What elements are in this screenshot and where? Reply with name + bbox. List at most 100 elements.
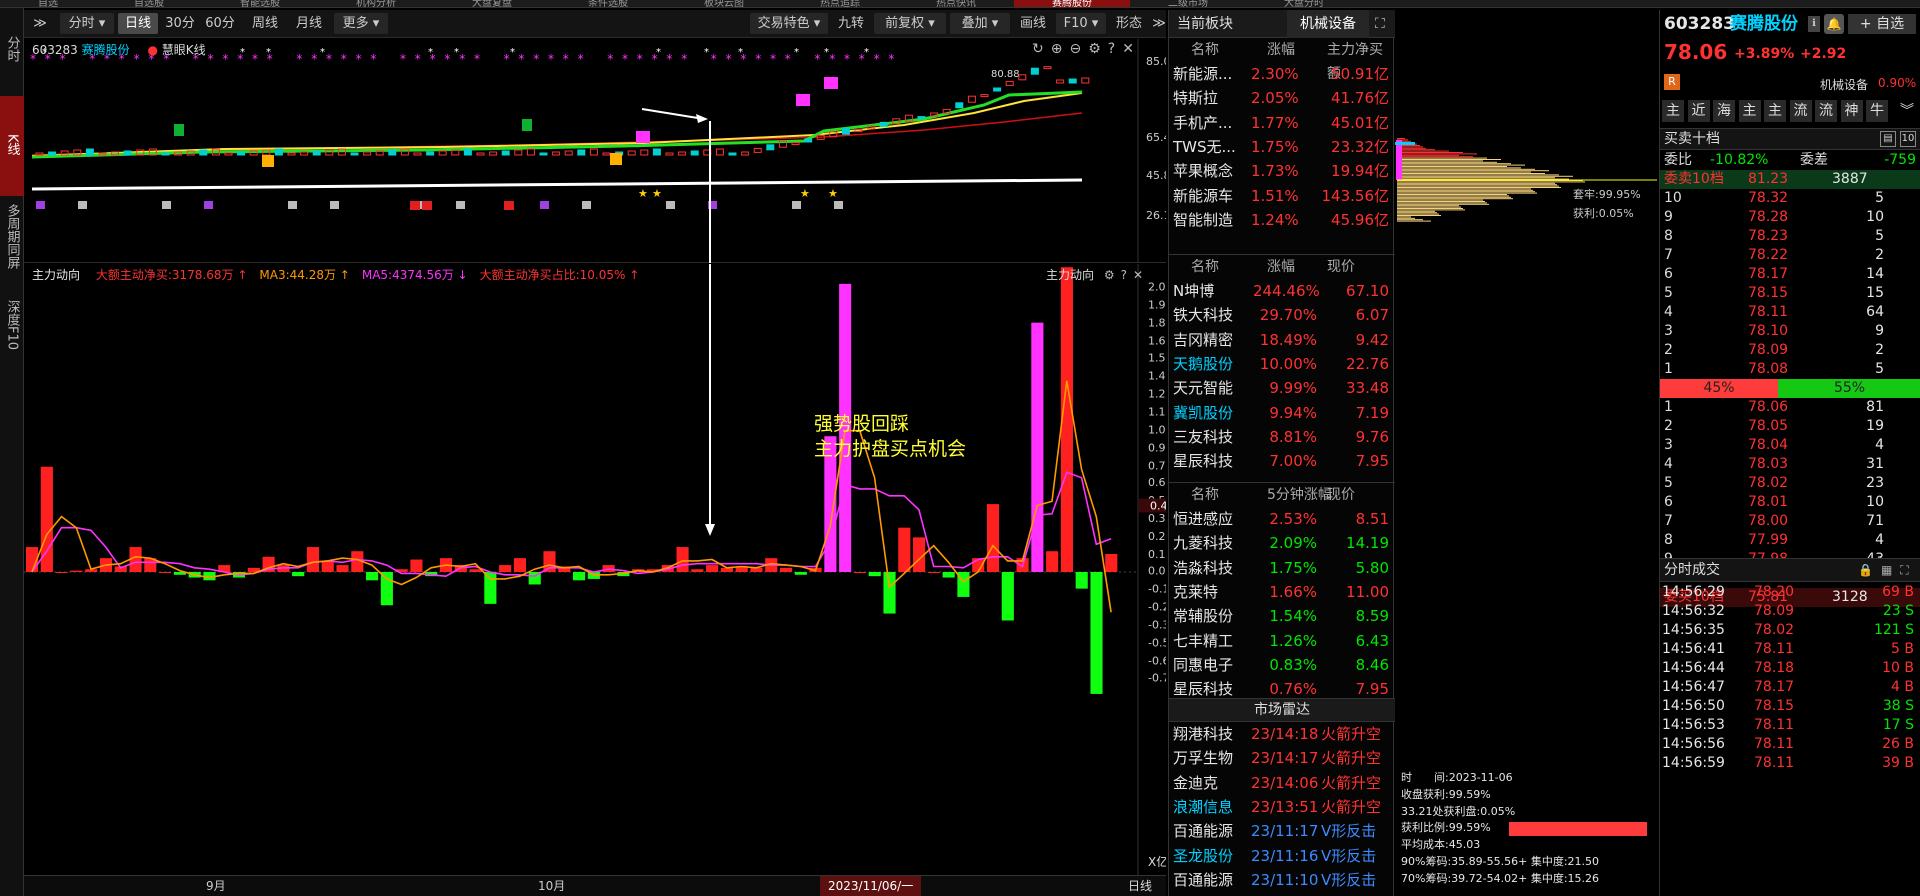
overlay-button[interactable]: 叠加 ▾: [950, 13, 1010, 34]
buy-level-row[interactable]: 7 78.00 71: [1660, 512, 1920, 531]
table-row[interactable]: 克莱特 1.66% 11.00: [1169, 580, 1395, 604]
table-row[interactable]: 冀凯股份 9.94% 7.19: [1169, 401, 1395, 425]
sell-level-row[interactable]: 5 78.15 15: [1660, 284, 1920, 303]
gear-icon[interactable]: ⚙: [1088, 41, 1108, 57]
table-row[interactable]: 新能源车 1.51% 143.56亿: [1169, 184, 1395, 208]
help-icon[interactable]: ?: [1108, 41, 1122, 57]
adjust-button[interactable]: 前复权 ▾: [874, 13, 946, 34]
sell-level-row[interactable]: 8 78.23 5: [1660, 227, 1920, 246]
table-row[interactable]: 铁大科技 29.70% 6.07: [1169, 303, 1395, 327]
f10-button[interactable]: F10 ▾: [1056, 13, 1106, 34]
refresh-icon[interactable]: ↻: [1032, 41, 1051, 57]
table-row[interactable]: TWS无... 1.75% 23.32亿: [1169, 135, 1395, 159]
main-force-chart[interactable]: 2.06 1.93 1.80 1.67 1.55 1.42 1.29 1.16 1.03 0.90…: [24, 264, 1166, 875]
indicator-panel[interactable]: 2.06 1.93 1.80 1.67 1.55 1.42 1.29 1.16 1.03 0.90…: [24, 264, 1166, 875]
top-tab[interactable]: 赛腾股份: [1014, 0, 1130, 7]
lock-icon[interactable]: 🔒: [1858, 563, 1881, 577]
col-header[interactable]: 涨幅: [1267, 38, 1295, 62]
more-button[interactable]: 更多 ▾: [334, 13, 388, 34]
top-tab[interactable]: 自选: [0, 0, 96, 7]
tab-fenshi[interactable]: 分时: [0, 36, 24, 80]
quote-tag[interactable]: 神: [1840, 100, 1863, 122]
radar-row[interactable]: 百通能源 23/11:10 V形反击: [1169, 868, 1395, 892]
col-header[interactable]: 5分钟涨幅: [1267, 483, 1332, 507]
table-row[interactable]: 智能制造 1.24% 45.96亿: [1169, 208, 1395, 232]
period-month-button[interactable]: 月线: [290, 13, 328, 34]
info-icon[interactable]: ℹ: [1808, 16, 1820, 32]
table-row[interactable]: 特斯拉 2.05% 41.76亿: [1169, 86, 1395, 110]
gear-icon[interactable]: ⚙: [1104, 268, 1121, 282]
sell-level-row[interactable]: 7 78.22 2: [1660, 246, 1920, 265]
table-row[interactable]: 天元智能 9.99% 33.48: [1169, 376, 1395, 400]
top-tab[interactable]: 热点快讯: [898, 0, 1014, 7]
quote-tag[interactable]: 主: [1738, 100, 1761, 122]
sell-level-row[interactable]: 6 78.17 14: [1660, 265, 1920, 284]
table-row[interactable]: 三友科技 8.81% 9.76: [1169, 425, 1395, 449]
layout-icon[interactable]: ▤: [1880, 131, 1896, 147]
indicator-dot-icon[interactable]: ●: [147, 43, 157, 57]
tab-current-block[interactable]: 当前板块: [1177, 10, 1233, 38]
radar-row[interactable]: 百通能源 23/11:17 V形反击: [1169, 819, 1395, 843]
col-header[interactable]: 涨幅: [1267, 255, 1295, 279]
top-tab[interactable]: 板块云图: [666, 0, 782, 7]
expand-icon[interactable]: ⛶: [1375, 10, 1385, 38]
buy-level-row[interactable]: 4 78.03 31: [1660, 455, 1920, 474]
sector-name[interactable]: 机械设备: [1820, 76, 1868, 93]
tab-sector[interactable]: 机械设备: [1287, 10, 1369, 38]
sell-level-row[interactable]: 9 78.28 10: [1660, 208, 1920, 227]
table-row[interactable]: 天鹅股份 10.00% 22.76: [1169, 352, 1395, 376]
buy-level-row[interactable]: 5 78.02 23: [1660, 474, 1920, 493]
quote-tag[interactable]: 牛: [1866, 100, 1888, 122]
kline-panel[interactable]: 85.0965.4445.8026.1680.88***************…: [24, 39, 1166, 263]
top-tab-strip[interactable]: 自选 自选股 智能选股 机构分析 大盘复盘 条件选股 板块云图 热点追踪 热点快讯 赛腾股份 二级市…: [0, 0, 1920, 8]
period-60m-button[interactable]: 60分: [202, 13, 238, 34]
quote-tag[interactable]: 主: [1764, 100, 1786, 122]
quote-tag[interactable]: 近: [1687, 100, 1710, 122]
chart-controls[interactable]: ↻⊕⊖⚙?✕: [1032, 41, 1141, 57]
period-fenshi-button[interactable]: 分时 ▾: [60, 13, 114, 34]
table-row[interactable]: 常辅股份 1.54% 8.59: [1169, 604, 1395, 628]
trade-feature-button[interactable]: 交易特色 ▾: [750, 13, 828, 34]
sell-level-row[interactable]: 2 78.09 2: [1660, 341, 1920, 360]
sell-level-row[interactable]: 1 78.08 5: [1660, 360, 1920, 379]
sell-level-row[interactable]: 10 78.32 5: [1660, 189, 1920, 208]
top-tab[interactable]: 大盘分时: [1246, 0, 1362, 7]
expand-icon[interactable]: ⛶: [1900, 563, 1916, 577]
radar-row[interactable]: 圣龙股份 23/11:16 V形反击: [1169, 844, 1395, 868]
chevron-down-icon[interactable]: ︾: [1900, 100, 1914, 120]
buy-level-row[interactable]: 6 78.01 10: [1660, 493, 1920, 512]
kline-chart[interactable]: 85.0965.4445.8026.1680.88***************…: [24, 39, 1166, 263]
zoom-in-icon[interactable]: ⊕: [1051, 41, 1070, 57]
table-row[interactable]: 苹果概念 1.73% 19.94亿: [1169, 159, 1395, 183]
quote-tag[interactable]: 流: [1789, 100, 1812, 122]
ticks-controls[interactable]: 🔒▦⛶: [1858, 559, 1917, 581]
table-row[interactable]: 浩淼科技 1.75% 5.80: [1169, 556, 1395, 580]
table-row[interactable]: 星辰科技 7.00% 7.95: [1169, 449, 1395, 473]
pattern-button[interactable]: 形态: [1110, 13, 1148, 34]
sell-level-row[interactable]: 3 78.10 9: [1660, 322, 1920, 341]
zoom-out-icon[interactable]: ⊖: [1069, 41, 1088, 57]
table-row[interactable]: 吉冈精密 18.49% 9.42: [1169, 328, 1395, 352]
table-row[interactable]: N坤博 244.46% 67.10: [1169, 279, 1395, 303]
quote-tag[interactable]: 主: [1662, 100, 1684, 122]
help-icon[interactable]: ?: [1121, 268, 1133, 282]
indicator-name[interactable]: 慧眼K线: [162, 43, 206, 57]
buy-level-row[interactable]: 2 78.05 19: [1660, 417, 1920, 436]
jiuzhuan-button[interactable]: 九转: [832, 13, 870, 34]
buy-level-row[interactable]: 3 78.04 4: [1660, 436, 1920, 455]
buy-level-row[interactable]: 8 77.99 4: [1660, 531, 1920, 550]
table-row[interactable]: 恒进感应 2.53% 8.51: [1169, 507, 1395, 531]
period-day-button[interactable]: 日线: [118, 13, 158, 34]
buy-level-row[interactable]: 1 78.06 81: [1660, 398, 1920, 417]
close-icon[interactable]: ✕: [1133, 268, 1149, 282]
sell-level-row[interactable]: 4 78.11 64: [1660, 303, 1920, 322]
quote-tag[interactable]: 流: [1815, 100, 1837, 122]
top-tab[interactable]: 机构分析: [318, 0, 434, 7]
draw-line-button[interactable]: 画线: [1014, 13, 1052, 34]
top-tab[interactable]: 热点追踪: [782, 0, 898, 7]
collapse-icon[interactable]: ≫: [1152, 13, 1166, 34]
close-icon[interactable]: ✕: [1122, 41, 1141, 57]
radar-row[interactable]: 翔港科技 23/14:18 火箭升空: [1169, 722, 1395, 746]
top-tab[interactable]: 智能选股: [202, 0, 318, 7]
add-watch-button[interactable]: + 自选: [1848, 14, 1916, 34]
